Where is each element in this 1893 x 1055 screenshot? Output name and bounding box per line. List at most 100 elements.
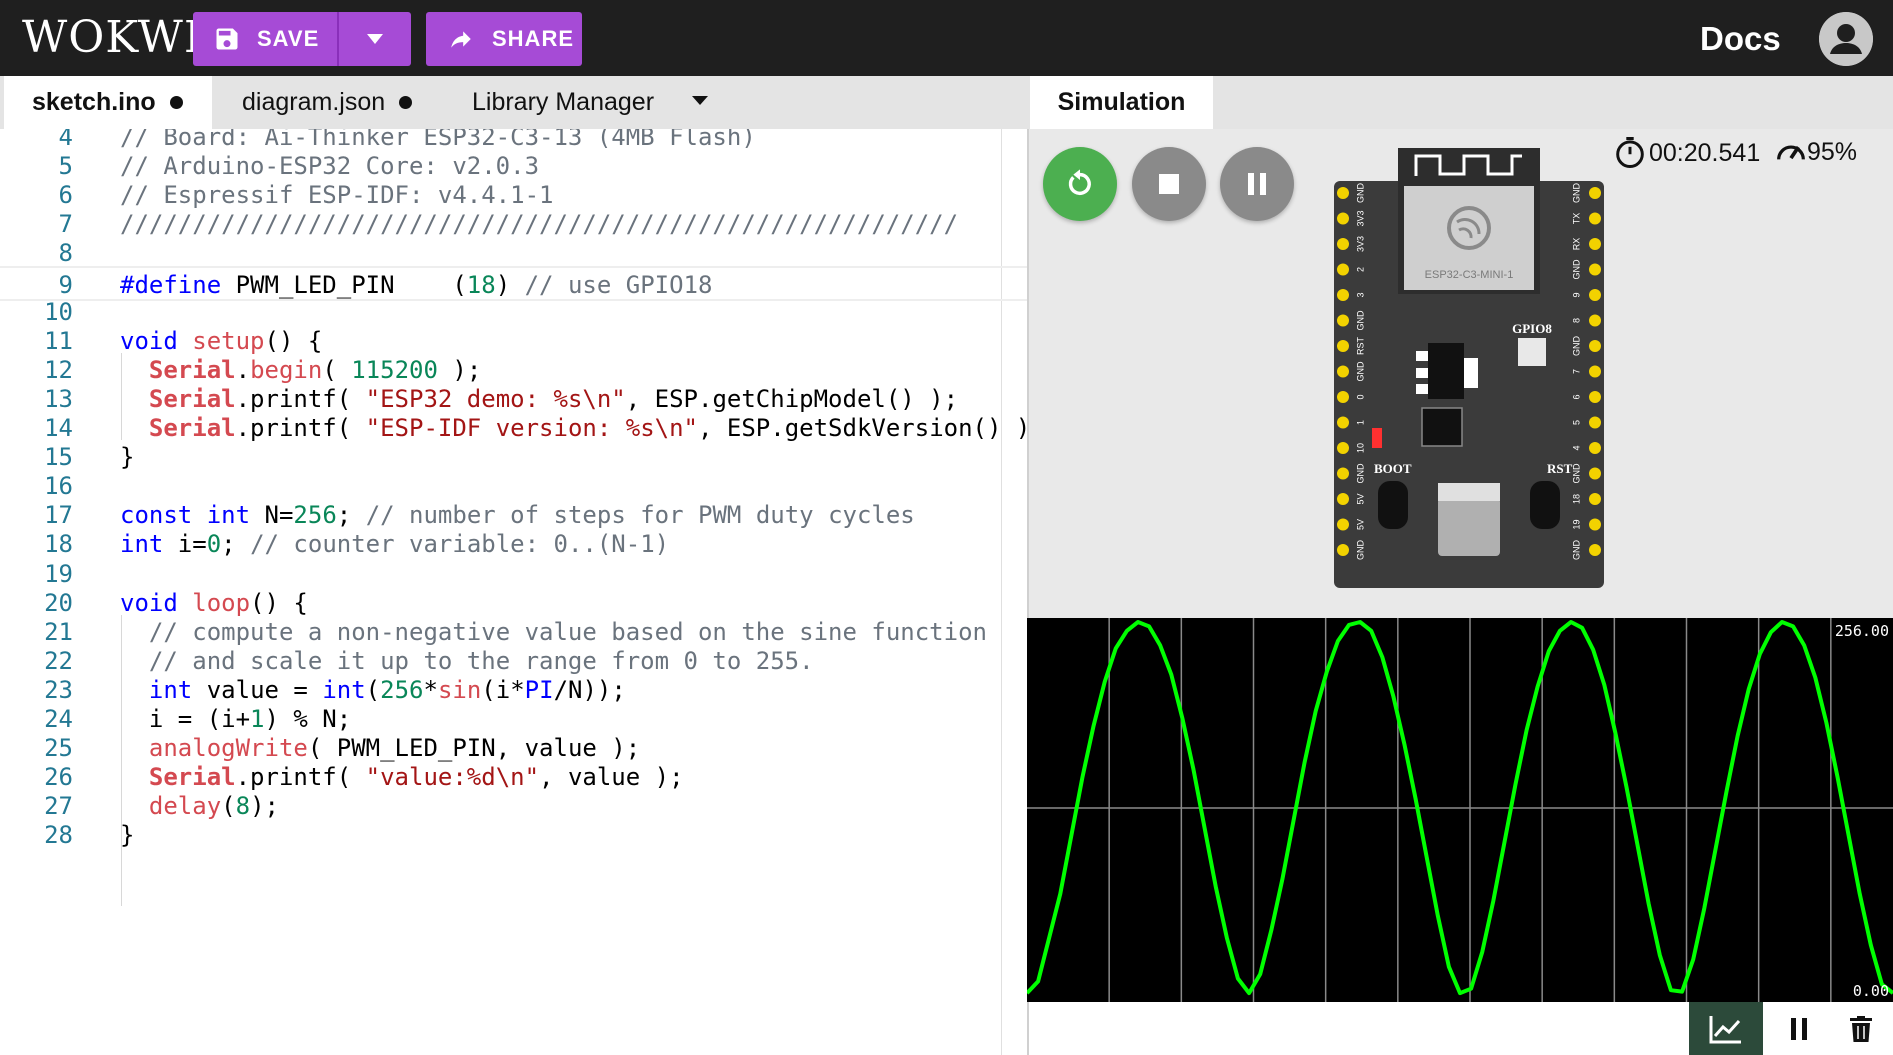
pin-label: 10 <box>1355 443 1365 453</box>
tab-sketch[interactable]: sketch.ino <box>4 76 212 129</box>
pin-2[interactable] <box>1337 263 1349 276</box>
pin-gnd[interactable] <box>1589 467 1601 480</box>
pin-7[interactable] <box>1589 365 1601 378</box>
pin-5[interactable] <box>1589 416 1601 429</box>
pin-gnd[interactable] <box>1337 544 1349 556</box>
pin-rst[interactable] <box>1337 340 1349 352</box>
share-button[interactable]: SHARE <box>426 12 582 66</box>
code-token: // and scale it up to the range from 0 t… <box>148 646 814 675</box>
pin-6[interactable] <box>1589 391 1601 403</box>
code-token: // Espressif ESP-IDF: v4.4.1-1 <box>120 181 554 210</box>
wokwi-logo[interactable]: WOKWI <box>22 12 202 63</box>
module-label: ESP32-C3-MINI-1 <box>1425 269 1514 281</box>
simulation-elapsed: 00:20.541 <box>1649 138 1761 167</box>
code-token: 256 <box>380 675 424 704</box>
code-token: 256 <box>293 501 337 530</box>
pin-label: GND <box>1355 540 1365 561</box>
tabs-menu-caret-icon[interactable] <box>692 96 708 105</box>
code-token: int <box>206 501 251 530</box>
tab-diagram[interactable]: diagram.json <box>222 76 432 129</box>
line-number: 28 <box>44 821 73 850</box>
code-token: "ESP-IDF version: %s\n" <box>365 414 698 442</box>
code-editor[interactable]: 4// Board: Ai-Thinker ESP32-C3-13 (4MB F… <box>0 129 1027 1055</box>
pin-gnd[interactable] <box>1589 187 1601 199</box>
pin-9[interactable] <box>1589 289 1601 301</box>
pin-3v3[interactable] <box>1337 238 1349 250</box>
pin-gnd[interactable] <box>1589 340 1601 352</box>
code-token: PI <box>524 675 554 704</box>
serial-plotter[interactable]: 256.00 0.00 <box>1027 618 1893 1002</box>
save-dropdown-button[interactable] <box>339 12 411 66</box>
rgb-led[interactable] <box>1518 338 1546 366</box>
pin-3v3[interactable] <box>1337 212 1349 225</box>
pin-3[interactable] <box>1337 289 1349 301</box>
top-bar: WOKWI SAVE SHARE Docs <box>0 0 1893 76</box>
pin-label: GND <box>1355 361 1365 382</box>
toggle-plotter-button[interactable] <box>1689 1002 1763 1055</box>
code-token: () { <box>250 588 308 617</box>
pin-8[interactable] <box>1589 314 1601 327</box>
pin-18[interactable] <box>1589 493 1601 505</box>
code-line[interactable]: 28} <box>0 818 1027 853</box>
user-avatar[interactable] <box>1819 12 1873 66</box>
code-token: , value ); <box>539 763 684 792</box>
code-token: ////////////////////////////////////////… <box>120 210 959 239</box>
code-token: i = (i+ <box>120 705 251 733</box>
pin-label: 9 <box>1571 292 1581 297</box>
pin-4[interactable] <box>1589 442 1601 454</box>
pin-gnd[interactable] <box>1589 544 1601 556</box>
stop-icon <box>1159 174 1179 194</box>
docs-link[interactable]: Docs <box>1700 20 1781 58</box>
code-token: ); <box>250 792 279 821</box>
pin-label: 19 <box>1571 519 1581 529</box>
pin-5v[interactable] <box>1337 518 1349 531</box>
pin-gnd[interactable] <box>1337 187 1349 199</box>
unsaved-dot-icon <box>399 96 413 109</box>
pin-5v[interactable] <box>1337 493 1349 505</box>
tab-sketch-label: sketch.ino <box>32 88 156 116</box>
pin-gnd[interactable] <box>1337 467 1349 480</box>
pin-1[interactable] <box>1337 416 1349 429</box>
code-token: Serial <box>148 763 236 792</box>
pin-19[interactable] <box>1589 518 1601 531</box>
code-token: delay <box>148 792 222 821</box>
code-token: } <box>120 821 135 850</box>
pin-gnd[interactable] <box>1589 263 1601 276</box>
stopwatch-icon <box>1616 137 1644 169</box>
pause-plotter-button[interactable] <box>1775 1002 1823 1055</box>
pin-rx[interactable] <box>1589 238 1601 250</box>
pin-0[interactable] <box>1337 391 1349 403</box>
pin-gnd[interactable] <box>1337 314 1349 327</box>
save-button[interactable]: SAVE <box>193 12 337 66</box>
pause-icon <box>1248 173 1266 195</box>
code-token: "ESP32 demo: %s\n" <box>365 384 626 413</box>
tab-simulation[interactable]: Simulation <box>1030 76 1213 129</box>
reset-button[interactable] <box>1530 481 1560 529</box>
plot-y-max-label: 256.00 <box>1834 622 1889 640</box>
clear-plotter-button[interactable] <box>1837 1002 1885 1055</box>
pin-tx[interactable] <box>1589 212 1601 225</box>
esp32-c3-board[interactable]: ESP32-C3-MINI-1 GPIO8 BOOT RST GND 3V3 3V3… <box>1334 148 1604 588</box>
code-token: () { <box>264 326 323 355</box>
boot-button[interactable] <box>1378 481 1408 529</box>
tab-library-manager[interactable]: Library Manager <box>448 76 728 129</box>
code-token: // number of steps for PWM duty cycles <box>365 501 915 530</box>
pause-simulation-button[interactable] <box>1220 147 1294 221</box>
code-token: Serial <box>148 384 236 413</box>
pin-label: 0 <box>1355 394 1365 399</box>
pin-label: RST <box>1355 336 1365 355</box>
gpio8-label: GPIO8 <box>1512 321 1552 336</box>
code-token: , ESP.getSdkVersion() ); <box>698 414 1027 442</box>
pin-10[interactable] <box>1337 442 1349 454</box>
pin-gnd[interactable] <box>1337 365 1349 378</box>
pin-label: 8 <box>1571 318 1581 323</box>
restart-button[interactable] <box>1043 147 1117 221</box>
stop-button[interactable] <box>1132 147 1206 221</box>
